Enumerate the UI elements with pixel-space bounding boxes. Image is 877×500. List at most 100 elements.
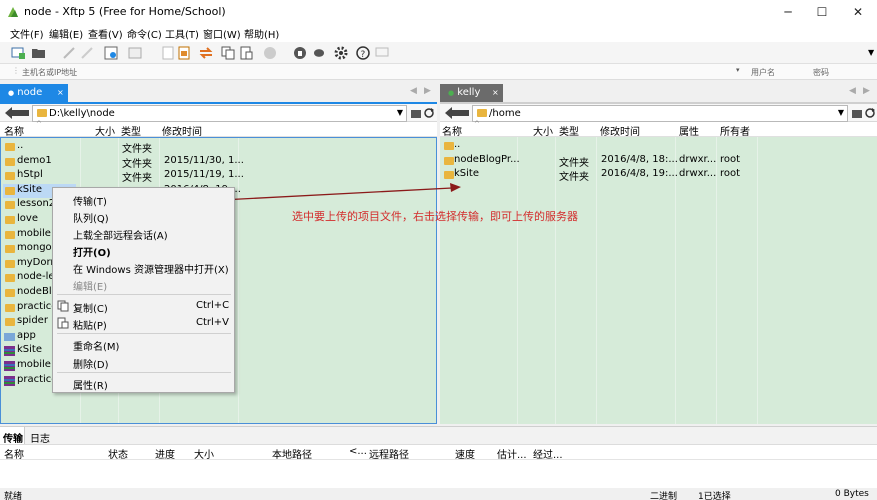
tab-close-icon[interactable]: × — [57, 84, 64, 102]
file-row[interactable]: kSite 文件夹 2016/4/8, 19:... drwxr... root — [440, 168, 877, 183]
cell-attr: drwxr... — [679, 153, 717, 165]
tab-scroll-right-icon[interactable]: ▶ — [424, 86, 431, 96]
sync-icon[interactable] — [198, 45, 214, 61]
right-path-bar: /home ▼ — [440, 102, 877, 122]
maximize-icon[interactable]: ☐ — [805, 0, 839, 24]
file-row[interactable]: .. 文件夹 — [1, 140, 438, 155]
tcol-status[interactable]: 状态 — [108, 446, 128, 461]
gear-icon[interactable] — [333, 45, 349, 61]
menu-item-queue[interactable]: 队列(Q) — [73, 210, 109, 225]
address-bar: ⋮ 主机名或IP地址 ▾ 用户名 密码 — [0, 64, 877, 80]
left-tab-bar: ● node × ◀ ▶ — [0, 84, 437, 102]
remote-file-list[interactable]: .. nodeBlogPr... 文件夹 2016/4/8, 18:... drwxr.… — [440, 137, 877, 424]
tab-transfer[interactable]: 传输 — [3, 430, 23, 445]
menu-item-delete[interactable]: 删除(D) — [73, 356, 109, 371]
help-icon[interactable]: ? — [355, 45, 371, 61]
file-row[interactable]: hStpl 文件夹 2015/11/19, 1... — [1, 169, 438, 184]
close-icon[interactable]: ✕ — [841, 0, 875, 24]
menu-help[interactable]: 帮助(H) — [244, 26, 279, 41]
file-row[interactable]: demo1 文件夹 2015/11/30, 1... — [1, 155, 438, 170]
window-title: node - Xftp 5 (Free for Home/School) — [24, 5, 226, 18]
page-icon[interactable] — [160, 45, 176, 61]
tab-close-icon[interactable]: × — [492, 84, 499, 102]
paste-icon[interactable] — [238, 45, 254, 61]
tab-node[interactable]: ● node × — [0, 84, 68, 102]
path-dropdown-icon[interactable]: ▼ — [838, 108, 844, 117]
col-attributes[interactable]: 属性 — [679, 123, 699, 138]
toolbar-dropdown-icon[interactable]: ▼ — [868, 48, 874, 57]
tcol-speed[interactable]: 速度 — [455, 446, 475, 461]
tab-scroll-left-icon[interactable]: ◀ — [410, 86, 417, 96]
browse-folder-icon[interactable] — [410, 107, 422, 119]
host-input[interactable]: 主机名或IP地址 — [22, 67, 77, 78]
back-arrow-icon[interactable] — [4, 106, 30, 120]
right-path-input[interactable]: /home ▼ — [472, 105, 848, 122]
folder-icon — [5, 172, 15, 181]
tcol-local-path[interactable]: 本地路径 — [272, 446, 312, 461]
tab-log[interactable]: 日志 — [30, 430, 50, 445]
username-input[interactable]: 用户名 — [751, 67, 775, 78]
script-icon[interactable] — [311, 45, 327, 61]
menu-item-properties[interactable]: 属性(R) — [73, 377, 108, 392]
path-dropdown-icon[interactable]: ▼ — [397, 108, 403, 117]
tcol-estimated[interactable]: 估计... — [497, 446, 527, 461]
tcol-elapsed[interactable]: 经过... — [533, 446, 563, 461]
lock-icon[interactable] — [292, 45, 308, 61]
transfer-list[interactable] — [0, 460, 877, 488]
tcol-progress[interactable]: 进度 — [155, 446, 175, 461]
tcol-direction[interactable]: <... — [349, 446, 367, 457]
file-row[interactable]: .. — [440, 139, 877, 154]
cell-name: nodeBlogPr... — [454, 153, 520, 165]
tab-kelly[interactable]: ● kelly × — [440, 84, 503, 102]
bottom-tabs: 传输 日志 — [0, 426, 877, 445]
refresh-icon[interactable] — [423, 107, 435, 119]
tab-scroll-left-icon[interactable]: ◀ — [849, 86, 856, 96]
tcol-size[interactable]: 大小 — [194, 446, 214, 461]
cell-type: 文件夹 — [122, 144, 152, 155]
globe-icon[interactable] — [262, 45, 278, 61]
left-path-input[interactable]: D:\kelly\node ▼ — [32, 105, 407, 122]
chat-icon[interactable] — [374, 45, 390, 61]
menu-window[interactable]: 窗口(W) — [203, 26, 241, 41]
col-modified[interactable]: 修改时间 — [162, 123, 202, 138]
copy-icon[interactable] — [220, 45, 236, 61]
col-name[interactable]: 名称 — [4, 123, 24, 138]
file-row[interactable]: nodeBlogPr... 文件夹 2016/4/8, 18:... drwxr...… — [440, 154, 877, 169]
refresh-icon[interactable] — [864, 107, 876, 119]
menu-tools[interactable]: 工具(T) — [165, 26, 199, 41]
menu-item-upload-all[interactable]: 上载全部远程会话(A) — [73, 227, 168, 242]
left-path-bar: D:\kelly\node ▼ — [0, 102, 437, 122]
open-folder-icon[interactable] — [31, 45, 47, 61]
menu-view[interactable]: 查看(V) — [88, 26, 123, 41]
disconnect-icon[interactable] — [79, 45, 95, 61]
connect-icon[interactable] — [61, 45, 77, 61]
menu-item-rename[interactable]: 重命名(M) — [73, 338, 119, 353]
tab-scroll-right-icon[interactable]: ▶ — [863, 86, 870, 96]
password-input[interactable]: 密码 — [813, 67, 829, 78]
menu-item-copy[interactable]: 复制(C) — [73, 300, 108, 315]
menu-file[interactable]: 文件(F) — [10, 26, 44, 41]
tcol-remote-path[interactable]: 远程路径 — [369, 446, 409, 461]
col-size[interactable]: 大小 — [533, 123, 553, 138]
tcol-name[interactable]: 名称 — [4, 446, 24, 461]
new-session-icon[interactable] — [10, 45, 26, 61]
minimize-icon[interactable]: ─ — [771, 0, 805, 24]
col-modified[interactable]: 修改时间 — [600, 123, 640, 138]
layout-icon[interactable] — [127, 45, 143, 61]
col-owner[interactable]: 所有者 — [720, 123, 750, 138]
browse-folder-icon[interactable] — [851, 107, 863, 119]
back-arrow-icon[interactable] — [444, 106, 470, 120]
menu-item-open[interactable]: 打开(O) — [73, 244, 111, 259]
col-size[interactable]: 大小 — [95, 123, 115, 138]
menu-item-open-explorer[interactable]: 在 Windows 资源管理器中打开(X) — [73, 261, 229, 276]
col-name[interactable]: 名称 — [442, 123, 462, 138]
menu-edit[interactable]: 编辑(E) — [49, 26, 83, 41]
menu-command[interactable]: 命令(C) — [127, 26, 162, 41]
menu-item-paste[interactable]: 粘贴(P) — [73, 317, 107, 332]
col-type[interactable]: 类型 — [121, 123, 141, 138]
properties-icon[interactable] — [103, 45, 119, 61]
document-icon[interactable] — [176, 45, 192, 61]
host-dropdown-icon[interactable]: ▾ — [736, 66, 740, 74]
col-type[interactable]: 类型 — [559, 123, 579, 138]
menu-item-transfer[interactable]: 传输(T) — [73, 193, 107, 208]
